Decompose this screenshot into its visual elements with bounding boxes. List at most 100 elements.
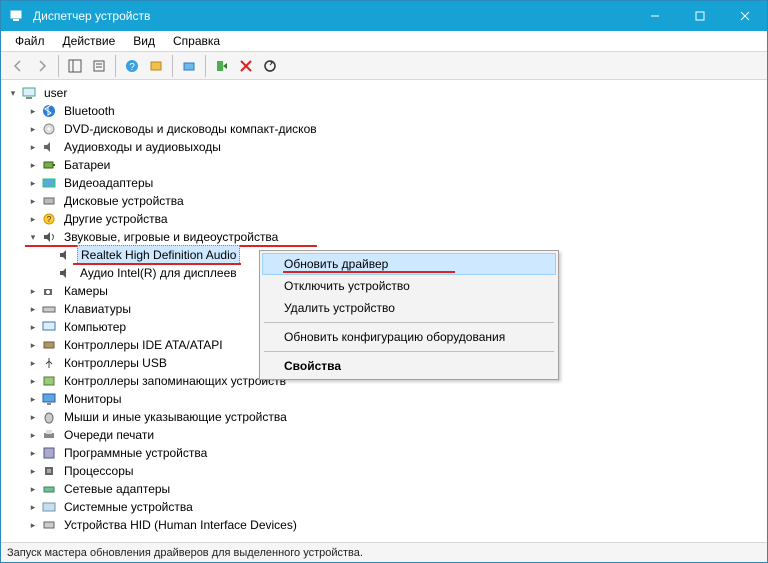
expand-icon[interactable]: ▸ [27, 411, 39, 423]
sound-device-icon [57, 247, 73, 263]
display-adapter-icon [41, 175, 57, 191]
expand-icon[interactable]: ▸ [27, 393, 39, 405]
toolbar: ? [1, 52, 767, 80]
collapse-icon[interactable]: ▾ [7, 87, 19, 99]
sound-icon [41, 229, 57, 245]
cpu-icon [41, 463, 57, 479]
separator [264, 351, 554, 352]
sound-device-icon [57, 265, 73, 281]
tree-item-dvd[interactable]: ▸DVD-дисководы и дисководы компакт-диско… [3, 120, 765, 138]
separator [172, 55, 173, 77]
expand-icon[interactable]: ▸ [27, 159, 39, 171]
tree-root[interactable]: ▾ user [3, 84, 765, 102]
help-button[interactable]: ? [121, 55, 143, 77]
context-uninstall[interactable]: Удалить устройство [262, 297, 556, 319]
expand-icon[interactable]: ▸ [27, 483, 39, 495]
printer-icon [41, 427, 57, 443]
tree-item-monitors[interactable]: ▸Мониторы [3, 390, 765, 408]
battery-icon [41, 157, 57, 173]
properties-button[interactable] [88, 55, 110, 77]
tree-item-system[interactable]: ▸Системные устройства [3, 498, 765, 516]
expand-icon[interactable]: ▸ [27, 501, 39, 513]
show-hide-tree-button[interactable] [64, 55, 86, 77]
titlebar: Диспетчер устройств [1, 1, 767, 31]
device-manager-icon [9, 8, 25, 24]
expand-icon[interactable]: ▸ [27, 303, 39, 315]
network-icon [41, 481, 57, 497]
expand-icon[interactable]: ▸ [27, 195, 39, 207]
monitor-icon [41, 391, 57, 407]
action-button[interactable] [145, 55, 167, 77]
separator [115, 55, 116, 77]
expand-icon[interactable]: ▸ [27, 357, 39, 369]
context-update-driver[interactable]: Обновить драйвер [262, 253, 556, 275]
expand-icon[interactable]: ▸ [27, 123, 39, 135]
context-properties[interactable]: Свойства [262, 355, 556, 377]
menu-view[interactable]: Вид [125, 32, 163, 50]
expand-icon[interactable]: ▸ [27, 339, 39, 351]
context-menu: Обновить драйвер Отключить устройство Уд… [259, 250, 559, 380]
other-devices-icon: ? [41, 211, 57, 227]
separator [264, 322, 554, 323]
device-tree[interactable]: ▾ user ▸Bluetooth ▸DVD-дисководы и диско… [1, 80, 767, 542]
update-driver-button[interactable] [178, 55, 200, 77]
expand-icon[interactable]: ▸ [27, 465, 39, 477]
tree-item-software[interactable]: ▸Программные устройства [3, 444, 765, 462]
menu-action[interactable]: Действие [55, 32, 124, 50]
collapse-icon[interactable]: ▾ [27, 231, 39, 243]
keyboard-icon [41, 301, 57, 317]
expand-icon[interactable]: ▸ [27, 177, 39, 189]
context-scan[interactable]: Обновить конфигурацию оборудования [262, 326, 556, 348]
expand-icon[interactable]: ▸ [27, 519, 39, 531]
tree-item-audio-io[interactable]: ▸Аудиовходы и аудиовыходы [3, 138, 765, 156]
expand-icon[interactable]: ▸ [27, 375, 39, 387]
expand-icon[interactable]: ▸ [27, 213, 39, 225]
context-disable[interactable]: Отключить устройство [262, 275, 556, 297]
maximize-button[interactable] [677, 1, 722, 31]
tree-item-network[interactable]: ▸Сетевые адаптеры [3, 480, 765, 498]
tree-item-other[interactable]: ▸?Другие устройства [3, 210, 765, 228]
minimize-button[interactable] [632, 1, 677, 31]
tree-item-print-queues[interactable]: ▸Очереди печати [3, 426, 765, 444]
back-button[interactable] [7, 55, 29, 77]
expand-icon[interactable]: ▸ [27, 429, 39, 441]
menu-help[interactable]: Справка [165, 32, 228, 50]
expand-icon[interactable]: ▸ [27, 447, 39, 459]
status-text: Запуск мастера обновления драйверов для … [7, 547, 363, 559]
bluetooth-icon [41, 103, 57, 119]
expand-icon[interactable]: ▸ [27, 285, 39, 297]
storage-icon [41, 373, 57, 389]
close-button[interactable] [722, 1, 767, 31]
svg-text:?: ? [47, 215, 52, 224]
menu-file[interactable]: Файл [7, 32, 53, 50]
tree-item-batteries[interactable]: ▸Батареи [3, 156, 765, 174]
svg-text:?: ? [129, 62, 135, 73]
window-title: Диспетчер устройств [33, 9, 632, 23]
tree-item-bluetooth[interactable]: ▸Bluetooth [3, 102, 765, 120]
statusbar: Запуск мастера обновления драйверов для … [1, 542, 767, 562]
hid-icon [41, 517, 57, 533]
separator [205, 55, 206, 77]
tree-item-sound[interactable]: ▾ Звуковые, игровые и видеоустройства [3, 228, 765, 246]
annotation-underline [283, 271, 455, 273]
tree-item-mice[interactable]: ▸Мыши и иные указывающие устройства [3, 408, 765, 426]
computer-icon [21, 85, 37, 101]
camera-icon [41, 283, 57, 299]
disc-icon [41, 121, 57, 137]
enable-button[interactable] [211, 55, 233, 77]
audio-icon [41, 139, 57, 155]
expand-icon[interactable]: ▸ [27, 321, 39, 333]
expand-icon[interactable]: ▸ [27, 105, 39, 117]
menubar: Файл Действие Вид Справка [1, 31, 767, 52]
uninstall-button[interactable] [235, 55, 257, 77]
expand-icon[interactable]: ▸ [27, 141, 39, 153]
tree-item-display-adapters[interactable]: ▸Видеоадаптеры [3, 174, 765, 192]
forward-button[interactable] [31, 55, 53, 77]
tree-item-disk-drives[interactable]: ▸Дисковые устройства [3, 192, 765, 210]
computer-icon [41, 319, 57, 335]
tree-item-hid[interactable]: ▸Устройства HID (Human Interface Devices… [3, 516, 765, 534]
tree-item-cpu[interactable]: ▸Процессоры [3, 462, 765, 480]
system-icon [41, 499, 57, 515]
scan-hardware-button[interactable] [259, 55, 281, 77]
software-icon [41, 445, 57, 461]
